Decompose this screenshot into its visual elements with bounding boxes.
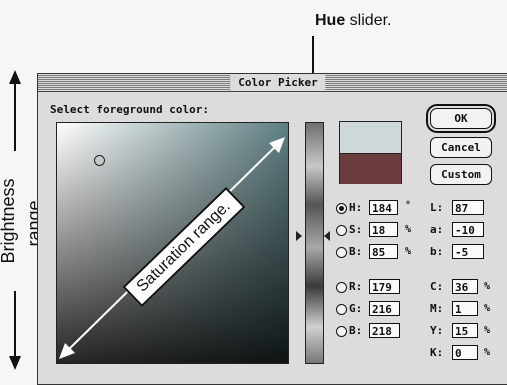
green-label: G: — [349, 302, 363, 315]
hue-slider-handle-left[interactable] — [296, 231, 302, 241]
saturation-field[interactable]: 18 — [369, 222, 398, 237]
window-title: Color Picker — [230, 74, 326, 91]
black-field[interactable]: 0 — [452, 345, 478, 360]
lab-l-label: L: — [430, 201, 444, 214]
magenta-field[interactable]: 1 — [452, 301, 478, 316]
hue-slider[interactable] — [305, 122, 324, 364]
yellow-field[interactable]: 15 — [452, 323, 478, 338]
custom-button[interactable]: Custom — [430, 164, 492, 185]
original-color-swatch — [340, 153, 401, 184]
hue-slider-handle-right[interactable] — [324, 231, 330, 241]
color-swatch — [339, 121, 402, 184]
cyan-field[interactable]: 36 — [452, 279, 478, 294]
lab-a-field[interactable]: -10 — [452, 222, 484, 237]
color-picker-window: Color Picker Select foreground color: Sa… — [37, 73, 507, 385]
magenta-unit: % — [484, 303, 491, 314]
blue-field[interactable]: 218 — [369, 323, 400, 338]
red-label: R: — [349, 280, 363, 293]
saturation-radio[interactable] — [336, 225, 347, 236]
hue-field[interactable]: 184 — [369, 200, 398, 215]
blue-radio[interactable] — [336, 326, 347, 337]
cyan-unit: % — [484, 281, 491, 292]
saturation-label: S: — [349, 223, 363, 236]
green-radio[interactable] — [336, 304, 347, 315]
lab-a-label: a: — [430, 223, 444, 236]
blue-label: B: — [349, 324, 363, 337]
green-field[interactable]: 216 — [369, 301, 400, 316]
black-label: K: — [430, 346, 444, 359]
lab-b-label: b: — [430, 245, 444, 258]
cancel-button[interactable]: Cancel — [430, 137, 492, 158]
title-bar[interactable]: Color Picker — [38, 74, 507, 92]
cyan-label: C: — [430, 280, 444, 293]
yellow-unit: % — [484, 325, 491, 336]
red-radio[interactable] — [336, 282, 347, 293]
brightness-radio[interactable] — [336, 247, 347, 258]
brightness-field[interactable]: 85 — [369, 244, 398, 259]
hue-label: H: — [349, 201, 363, 214]
hue-callout-rest: slider. — [345, 12, 392, 29]
magenta-label: M: — [430, 302, 444, 315]
black-unit: % — [484, 347, 491, 358]
brightness-label: B: — [349, 245, 363, 258]
brightness-range-label: Brightness range. — [0, 151, 44, 291]
color-field[interactable]: Saturation range. — [56, 122, 289, 364]
hue-unit: ° — [405, 200, 412, 211]
brightness-unit: % — [405, 246, 412, 257]
red-field[interactable]: 179 — [369, 279, 400, 294]
lab-b-field[interactable]: -5 — [452, 244, 484, 259]
hue-radio[interactable] — [336, 203, 347, 214]
ok-button[interactable]: OK — [430, 108, 492, 129]
yellow-label: Y: — [430, 324, 444, 337]
lab-l-field[interactable]: 87 — [452, 200, 484, 215]
prompt-label: Select foreground color: — [50, 103, 209, 116]
hue-callout-bold: Hue — [315, 12, 346, 29]
saturation-unit: % — [405, 224, 412, 235]
new-color-swatch — [340, 122, 401, 154]
hue-slider-callout: Hue slider. — [315, 12, 391, 30]
